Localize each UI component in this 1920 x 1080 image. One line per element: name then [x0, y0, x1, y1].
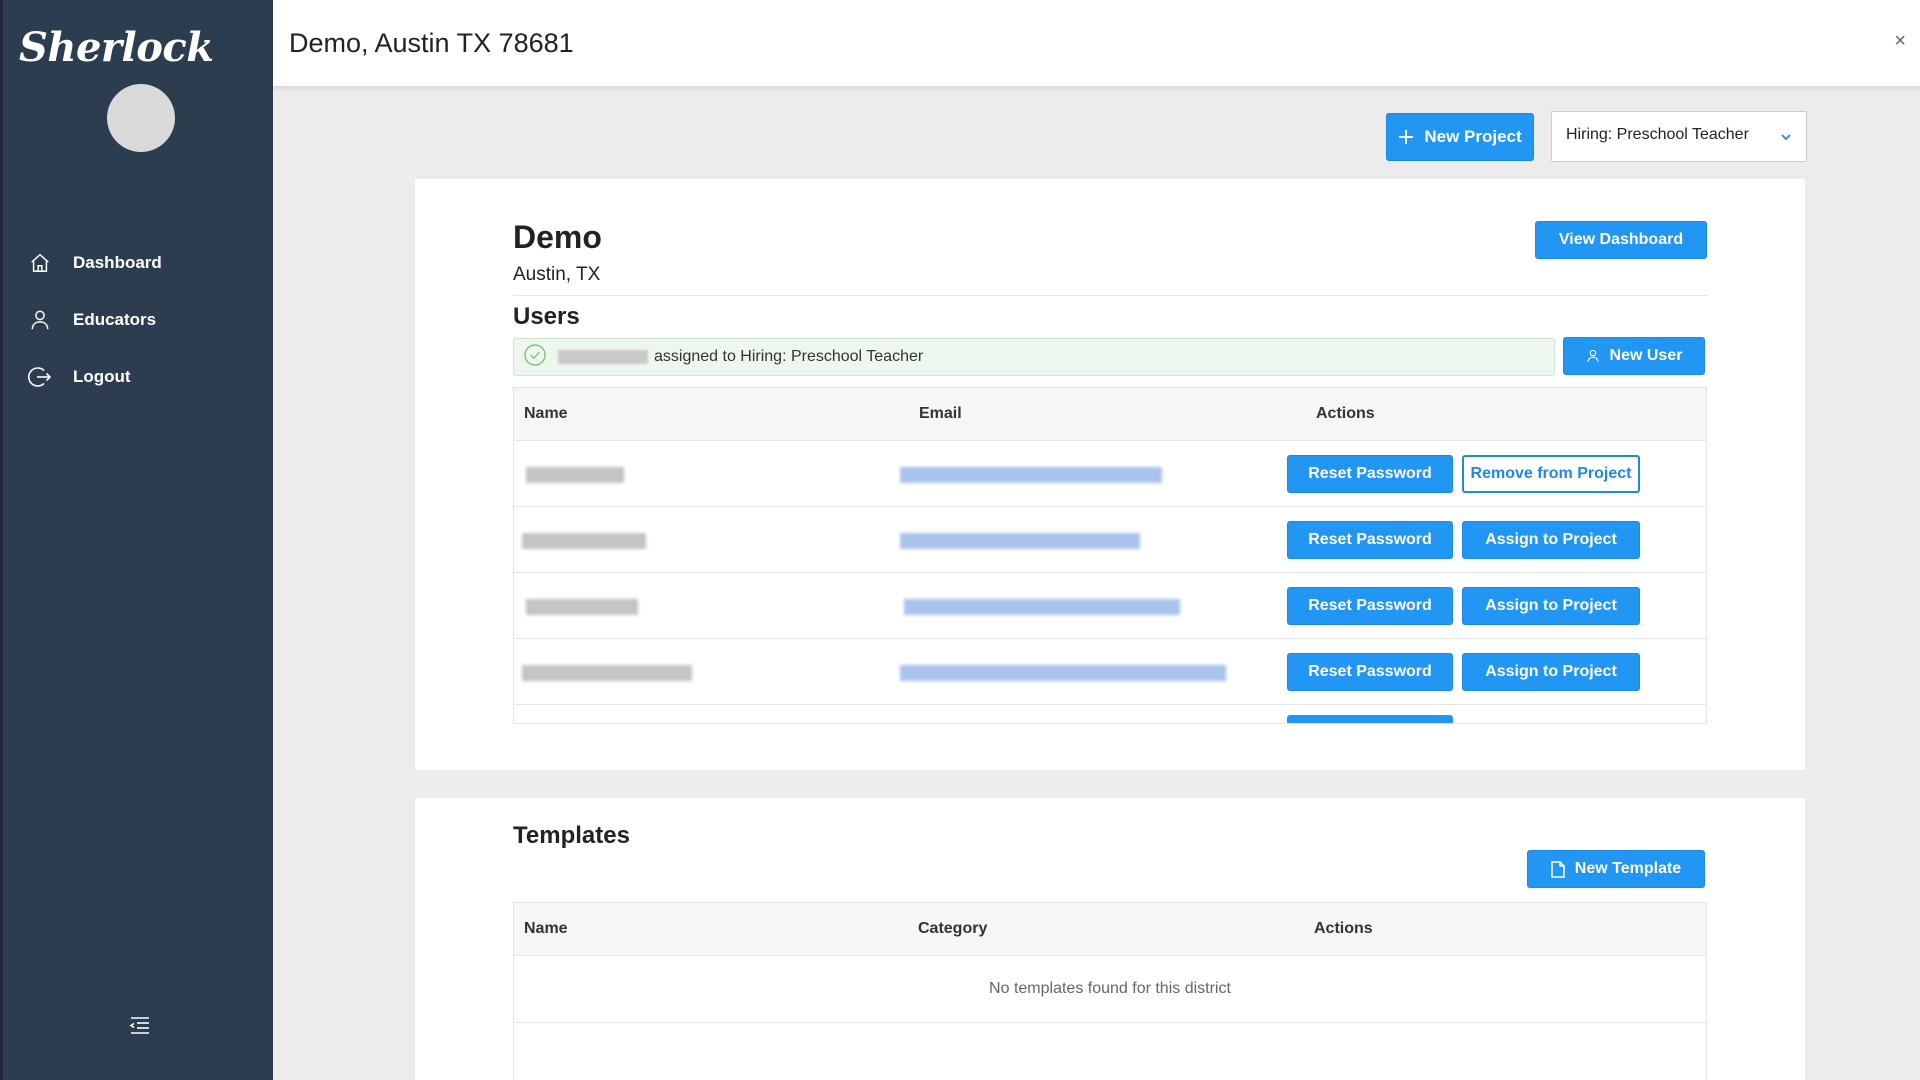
column-header-actions: Actions [1316, 405, 1375, 422]
redacted-email [900, 533, 1140, 549]
new-user-button[interactable]: New User [1563, 337, 1705, 375]
new-template-label: New Template [1574, 860, 1682, 877]
table-header: Name Email Actions [514, 388, 1706, 440]
divider [513, 295, 1707, 296]
templates-card: Templates New Template Name Category Act… [415, 798, 1805, 1080]
new-user-label: New User [1609, 347, 1683, 364]
table-row: Reset Password Assign to Project [514, 572, 1706, 638]
user-icon [27, 307, 53, 333]
close-icon[interactable]: × [1894, 30, 1906, 53]
assign-to-project-button[interactable]: Assign to Project [1462, 653, 1640, 691]
table-row: Reset Password Assign to Project [514, 506, 1706, 572]
page-title: Demo, Austin TX 78681 [289, 28, 574, 58]
alert-text: assigned to Hiring: Preschool Teacher [654, 348, 924, 365]
plus-icon [1398, 129, 1414, 145]
redacted-name [526, 467, 624, 483]
sidebar-nav: Dashboard Educators Logout [3, 234, 273, 405]
assign-to-project-button[interactable]: Assign to Project [1462, 587, 1640, 625]
top-bar: Demo, Austin TX 78681 × [273, 0, 1920, 87]
home-icon [27, 250, 53, 276]
assign-to-project-button[interactable]: Assign to Project [1462, 521, 1640, 559]
avatar[interactable] [107, 84, 175, 152]
district-name: Demo [513, 219, 602, 255]
table-row: Reset Password Assign to Project [514, 638, 1706, 704]
table-row [514, 704, 1706, 723]
sidebar-item-label: Educators [73, 309, 157, 329]
column-header-name: Name [524, 920, 568, 937]
reset-password-button[interactable]: Reset Password [1287, 521, 1453, 559]
success-alert: assigned to Hiring: Preschool Teacher [513, 338, 1555, 376]
redacted-email [900, 467, 1162, 483]
check-circle-icon [524, 343, 546, 371]
redacted-user-name [558, 350, 648, 364]
column-header-name: Name [524, 405, 568, 422]
chevron-down-icon [1780, 130, 1792, 148]
remove-from-project-button[interactable]: Remove from Project [1462, 455, 1640, 493]
users-heading: Users [513, 303, 580, 330]
column-header-email: Email [919, 405, 962, 422]
redacted-name [526, 599, 638, 615]
view-dashboard-button[interactable]: View Dashboard [1535, 221, 1707, 259]
new-template-button[interactable]: New Template [1527, 850, 1705, 888]
templates-heading: Templates [513, 822, 630, 849]
project-select[interactable]: Hiring: Preschool Teacher [1551, 111, 1807, 162]
reset-password-button[interactable] [1287, 715, 1453, 723]
users-table: Name Email Actions Reset Password Remove… [513, 387, 1707, 724]
user-icon [1586, 349, 1600, 363]
app-logo[interactable]: Sherlock [19, 24, 214, 71]
sidebar-item-educators[interactable]: Educators [3, 291, 273, 348]
file-add-icon [1551, 860, 1565, 878]
sidebar: Sherlock Dashboard Educators Logout [0, 0, 273, 1080]
new-project-label: New Project [1424, 127, 1522, 146]
templates-table: Name Category Actions No templates found… [513, 902, 1707, 1080]
table-header: Name Category Actions [514, 903, 1706, 955]
reset-password-button[interactable]: Reset Password [1287, 653, 1453, 691]
redacted-name [522, 665, 692, 681]
column-header-category: Category [918, 920, 988, 937]
sidebar-item-logout[interactable]: Logout [3, 348, 273, 405]
reset-password-button[interactable]: Reset Password [1287, 455, 1453, 493]
sidebar-item-dashboard[interactable]: Dashboard [3, 234, 273, 291]
redacted-email [904, 599, 1180, 615]
project-select-value: Hiring: Preschool Teacher [1566, 126, 1749, 143]
menu-collapse-icon[interactable] [129, 1014, 151, 1036]
sidebar-item-label: Logout [73, 366, 131, 386]
logout-icon [27, 364, 53, 390]
new-project-button[interactable]: New Project [1386, 113, 1534, 161]
redacted-email [900, 665, 1226, 681]
redacted-name [522, 533, 646, 549]
sidebar-item-label: Dashboard [73, 252, 162, 272]
district-location: Austin, TX [513, 264, 601, 285]
empty-state-message: No templates found for this district [514, 955, 1706, 1023]
table-row: Reset Password Remove from Project [514, 440, 1706, 506]
column-header-actions: Actions [1314, 920, 1373, 937]
reset-password-button[interactable]: Reset Password [1287, 587, 1453, 625]
district-card: Demo Austin, TX View Dashboard Users ass… [415, 179, 1805, 770]
